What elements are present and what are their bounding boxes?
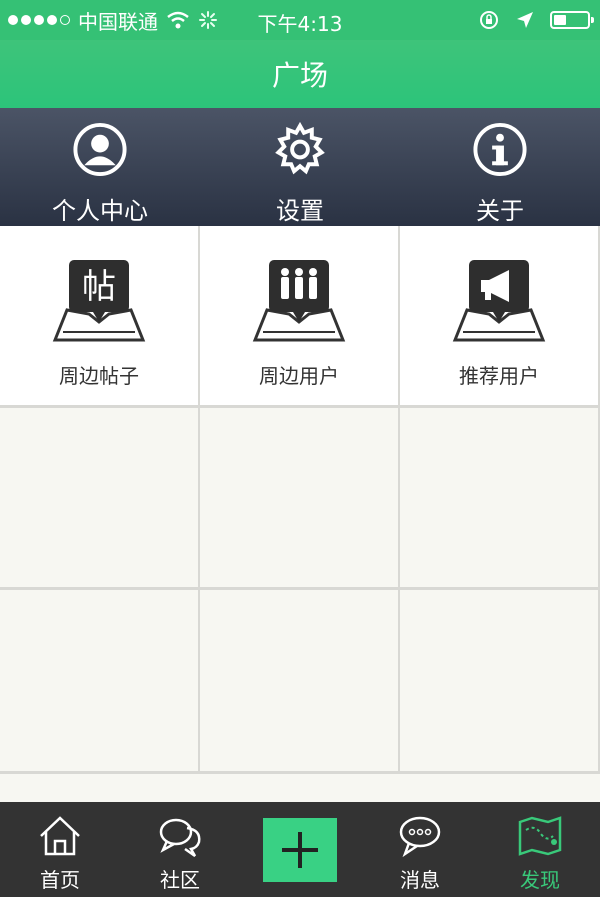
nav-bar: 广场 <box>0 40 600 108</box>
user-circle-icon <box>73 122 127 177</box>
quick-action-bar: 个人中心 设置 关于 <box>0 108 600 226</box>
map-icon <box>518 816 562 856</box>
grid-item-nearby-posts[interactable]: 帖 周边帖子 <box>0 226 200 408</box>
grid-item-label: 周边用户 <box>259 364 339 388</box>
post-glyph: 帖 <box>82 267 116 307</box>
quick-action-settings[interactable]: 设置 <box>200 108 400 226</box>
chat-bubbles-icon <box>159 818 201 858</box>
quick-action-label: 个人中心 <box>52 197 148 225</box>
grid-item-nearby-users[interactable]: 周边用户 <box>200 226 400 408</box>
tab-discover[interactable]: 发现 <box>480 802 600 897</box>
quick-action-label: 关于 <box>476 197 524 225</box>
grid-empty-cell <box>200 408 400 590</box>
compose-plus-button[interactable] <box>263 818 337 882</box>
home-icon <box>40 816 80 856</box>
feature-grid: 帖 周边帖子 周边用户 推荐用户 <box>0 226 600 774</box>
tab-messages[interactable]: 消息 <box>360 802 480 897</box>
tab-compose[interactable] <box>240 802 360 897</box>
quick-action-about[interactable]: 关于 <box>400 108 600 226</box>
tab-bar: 首页 社区 消息 发现 <box>0 802 600 897</box>
map-megaphone-icon <box>452 260 546 342</box>
info-icon <box>473 122 527 177</box>
map-post-icon: 帖 <box>52 260 146 342</box>
gear-icon <box>275 121 325 175</box>
message-icon <box>399 816 441 858</box>
quick-action-label: 设置 <box>276 197 324 225</box>
tab-community[interactable]: 社区 <box>120 802 240 897</box>
map-users-icon <box>252 260 346 342</box>
orientation-lock-icon <box>480 11 498 29</box>
grid-empty-cell <box>0 590 200 774</box>
plus-icon <box>282 832 318 868</box>
grid-item-label: 推荐用户 <box>459 364 539 388</box>
grid-item-recommended-users[interactable]: 推荐用户 <box>400 226 600 408</box>
grid-empty-cell <box>400 590 600 774</box>
page-title: 广场 <box>271 59 328 92</box>
tab-label: 发现 <box>520 868 560 892</box>
grid-item-label: 周边帖子 <box>59 364 139 388</box>
tab-label: 首页 <box>40 868 80 892</box>
quick-action-profile[interactable]: 个人中心 <box>0 108 200 226</box>
grid-empty-cell <box>0 408 200 590</box>
status-bar: 中国联通 下午4:13 <box>0 0 600 40</box>
location-arrow-icon <box>517 12 533 28</box>
battery-icon <box>550 11 594 29</box>
grid-empty-cell <box>200 590 400 774</box>
tab-label: 消息 <box>400 868 440 892</box>
tab-label: 社区 <box>160 868 200 892</box>
status-right <box>478 0 594 40</box>
grid-empty-cell <box>400 408 600 590</box>
tab-home[interactable]: 首页 <box>0 802 120 897</box>
